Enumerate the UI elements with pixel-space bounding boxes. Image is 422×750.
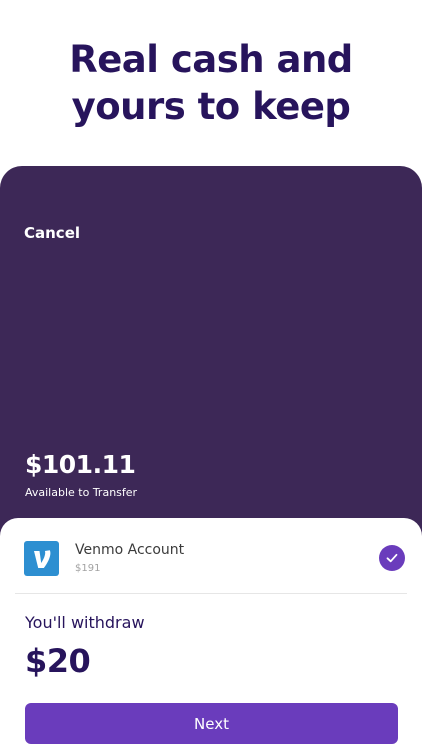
account-balance: $191	[75, 563, 101, 574]
venmo-logo-icon	[24, 541, 59, 576]
account-name[interactable]: Venmo Account	[75, 542, 184, 558]
headline-line-2: yours to keep	[71, 85, 351, 128]
withdraw-label: You'll withdraw	[25, 613, 145, 632]
next-button[interactable]: Next	[25, 703, 398, 744]
headline-line-1: Real cash and	[69, 38, 353, 81]
transfer-screen: Cancel $101.11 Available to Transfer Ven…	[0, 166, 422, 750]
checkmark-icon[interactable]	[379, 545, 405, 571]
divider	[15, 593, 407, 594]
promo-headline: Real cash and yours to keep	[0, 36, 422, 130]
transfer-sheet: Venmo Account $191 You'll withdraw $20 N…	[0, 518, 422, 750]
available-balance: $101.11	[25, 450, 136, 479]
cancel-button[interactable]: Cancel	[24, 224, 80, 242]
available-balance-label: Available to Transfer	[25, 486, 138, 499]
withdraw-amount[interactable]: $20	[25, 642, 91, 680]
